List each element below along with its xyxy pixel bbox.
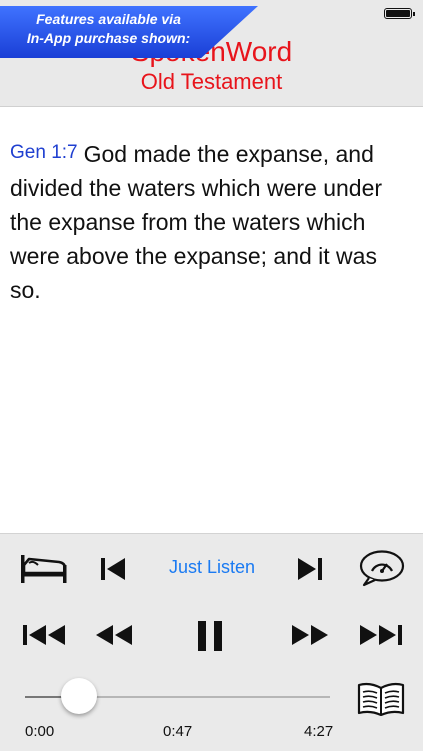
verse-reference[interactable]: Gen 1:7 — [10, 142, 78, 163]
banner-line-1: Features available via — [36, 11, 181, 27]
sleep-timer-icon[interactable] — [18, 548, 70, 588]
pause-icon[interactable] — [190, 616, 230, 656]
skip-to-start-icon[interactable] — [20, 620, 70, 650]
end-time: 4:27 — [304, 723, 334, 740]
app-subtitle: Old Testament — [140, 69, 283, 94]
playback-speed-icon[interactable] — [357, 548, 407, 588]
book-icon[interactable] — [355, 678, 407, 718]
verse-text-area: Gen 1:7 God made the expanse, and divided… — [10, 136, 410, 307]
skip-to-end-icon[interactable] — [355, 620, 405, 650]
fast-forward-icon[interactable] — [288, 620, 332, 650]
previous-verse-icon[interactable] — [96, 554, 130, 584]
current-time: 0:47 — [163, 723, 193, 740]
start-time: 0:00 — [25, 723, 55, 740]
next-verse-icon[interactable] — [293, 554, 327, 584]
banner-line-2: In-App purchase shown: — [26, 30, 191, 46]
rewind-icon[interactable] — [92, 620, 136, 650]
progress-thumb[interactable] — [60, 678, 97, 714]
player-panel: Just Listen 0:00 0:47 4:27 — [0, 533, 423, 751]
mode-label[interactable]: Just Listen — [158, 557, 266, 578]
verse-body: God made the expanse, and divided the wa… — [10, 141, 383, 303]
battery-icon — [384, 8, 415, 19]
